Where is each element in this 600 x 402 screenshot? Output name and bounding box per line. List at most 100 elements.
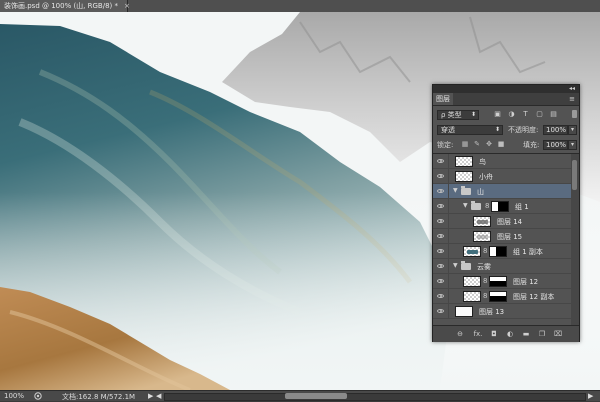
lock-position-icon[interactable]: ✥ (485, 140, 493, 148)
adjustment-filter-icon[interactable]: ◑ (507, 110, 516, 118)
panel-bottom-toolbar: ⊖ fx. ◘ ◐ ▬ ❐ ⌧ (433, 325, 579, 342)
link-icon: 8 (483, 247, 488, 255)
zoom-level[interactable]: 100% (4, 392, 24, 400)
visibility-toggle[interactable] (433, 274, 449, 289)
visibility-toggle[interactable] (433, 199, 449, 214)
layer-filter-row: ρ 类型 ⬍ ▣ ◑ T ▢ ▤ (437, 109, 577, 121)
layer-thumbnail (473, 231, 491, 242)
status-info-icon[interactable] (34, 392, 42, 400)
visibility-toggle[interactable] (433, 304, 449, 319)
fx-icon[interactable]: fx. (473, 330, 483, 338)
chevron-down-icon: ⬍ (470, 111, 476, 118)
layer-mask-thumbnail[interactable] (489, 276, 507, 287)
layer-list-scrollbar[interactable] (571, 154, 579, 326)
new-group-icon[interactable]: ▬ (521, 330, 531, 338)
link-layers-icon[interactable]: ⊖ (455, 330, 465, 338)
scrollbar-thumb[interactable] (572, 160, 577, 190)
shape-filter-icon[interactable]: ▢ (535, 110, 544, 118)
layer-group-row[interactable]: ▼ 云雾 (433, 259, 571, 274)
document-tab[interactable]: 装饰画.psd @ 100% (山, RGB/8) * × (0, 0, 130, 12)
expand-triangle-icon[interactable]: ▼ (463, 202, 468, 209)
image-filter-icon[interactable]: ▣ (493, 110, 502, 118)
layer-mask-thumbnail[interactable] (489, 246, 507, 257)
visibility-toggle[interactable] (433, 229, 449, 244)
eye-icon (437, 234, 444, 238)
fill-dropdown-button[interactable]: ▾ (568, 140, 577, 150)
filter-toggle[interactable] (572, 110, 577, 118)
adjustment-layer-icon[interactable]: ◐ (505, 330, 515, 338)
fill-field[interactable]: 100% (543, 140, 568, 150)
layer-row[interactable]: 鸟 (433, 154, 571, 169)
layer-name: 组 1 (515, 203, 529, 211)
opacity-field[interactable]: 100% (543, 125, 568, 135)
blend-mode-dropdown[interactable]: 穿透 ⬍ (437, 125, 503, 135)
delete-layer-icon[interactable]: ⌧ (553, 330, 563, 338)
filter-kind-dropdown[interactable]: ρ 类型 ⬍ (437, 110, 479, 120)
visibility-toggle[interactable] (433, 289, 449, 304)
visibility-toggle[interactable] (433, 154, 449, 169)
layer-name: 图层 13 (479, 308, 505, 316)
scroll-left-icon[interactable]: ◀ (156, 392, 161, 400)
visibility-toggle[interactable] (433, 259, 449, 274)
status-menu-arrow-icon[interactable]: ▶ (148, 392, 153, 400)
layer-row[interactable]: 小舟 (433, 169, 571, 184)
layer-row[interactable]: 8 图层 12 副本 (433, 289, 571, 304)
panel-tab-bar: 图层 ≡ (433, 93, 579, 106)
layer-thumbnail (473, 216, 491, 227)
blend-opacity-row: 穿透 ⬍ 不透明度: 100% ▾ (437, 124, 577, 136)
panel-menu-icon[interactable]: ≡ (569, 95, 575, 103)
eye-icon (437, 309, 444, 313)
tab-layers[interactable]: 图层 (433, 93, 453, 105)
layer-row[interactable]: 8 组 1 副本 (433, 244, 571, 259)
layer-row[interactable]: 图层 15 (433, 229, 571, 244)
layer-name: 小舟 (479, 173, 493, 181)
close-tab-icon[interactable]: × (124, 2, 130, 10)
layers-panel[interactable]: ◂◂ 图层 ≡ ρ 类型 ⬍ ▣ ◑ T ▢ ▤ 穿透 ⬍ 不透明度: 100%… (432, 84, 580, 342)
blend-mode-value: 穿透 (441, 126, 455, 134)
layer-group-row-selected[interactable]: ▼ 山 (433, 184, 571, 199)
layer-row[interactable]: 8 图层 12 (433, 274, 571, 289)
layer-thumbnail (463, 276, 481, 287)
opacity-dropdown-button[interactable]: ▾ (568, 125, 577, 135)
document-tab-title: 装饰画.psd @ 100% (山, RGB/8) * (4, 2, 118, 10)
layer-mask-thumbnail[interactable] (491, 201, 509, 212)
panel-title-strip[interactable]: ◂◂ (433, 85, 579, 93)
visibility-toggle[interactable] (433, 169, 449, 184)
layer-name: 图层 14 (497, 218, 523, 226)
horizontal-scrollbar-thumb[interactable] (285, 393, 347, 399)
horizontal-scrollbar[interactable] (164, 393, 586, 401)
lock-all-icon[interactable]: ■ (497, 140, 505, 148)
add-mask-icon[interactable]: ◘ (489, 330, 499, 338)
layer-thumbnail (455, 156, 473, 167)
eye-icon (437, 279, 444, 283)
layer-mask-thumbnail[interactable] (489, 291, 507, 302)
fill-value: 100% (546, 141, 567, 149)
visibility-toggle[interactable] (433, 244, 449, 259)
eye-icon (437, 294, 444, 298)
layer-name: 图层 12 副本 (513, 293, 555, 301)
lock-image-icon[interactable]: ✎ (473, 140, 481, 148)
expand-triangle-icon[interactable]: ▼ (453, 262, 458, 269)
new-layer-icon[interactable]: ❐ (537, 330, 547, 338)
smart-object-filter-icon[interactable]: ▤ (549, 110, 558, 118)
filter-kind-label: ρ 类型 (441, 111, 462, 119)
layer-group-row[interactable]: ▼ 8 组 1 (433, 199, 571, 214)
collapse-panel-icon[interactable]: ◂◂ (569, 85, 575, 92)
visibility-toggle[interactable] (433, 214, 449, 229)
layer-list: 鸟 小舟 ▼ 山 ▼ 8 组 1 图层 14 图层 15 8 组 1 副本 ▼ … (433, 153, 579, 326)
layer-row[interactable]: 图层 14 (433, 214, 571, 229)
type-filter-icon[interactable]: T (521, 110, 530, 118)
expand-triangle-icon[interactable]: ▼ (453, 187, 458, 194)
link-icon: 8 (485, 202, 490, 210)
layer-row[interactable]: 图层 13 (433, 304, 571, 319)
scroll-right-icon[interactable]: ▶ (588, 392, 593, 400)
lock-label: 锁定: (437, 141, 454, 149)
layer-thumbnail (463, 291, 481, 302)
lock-fill-row: 锁定: ▦ ✎ ✥ ■ 填充: 100% ▾ (437, 139, 577, 151)
chevron-down-icon: ⬍ (494, 126, 500, 133)
eye-icon (437, 219, 444, 223)
link-icon: 8 (483, 277, 488, 285)
layer-name: 图层 12 (513, 278, 539, 286)
lock-transparency-icon[interactable]: ▦ (461, 140, 469, 148)
visibility-toggle[interactable] (433, 184, 449, 199)
